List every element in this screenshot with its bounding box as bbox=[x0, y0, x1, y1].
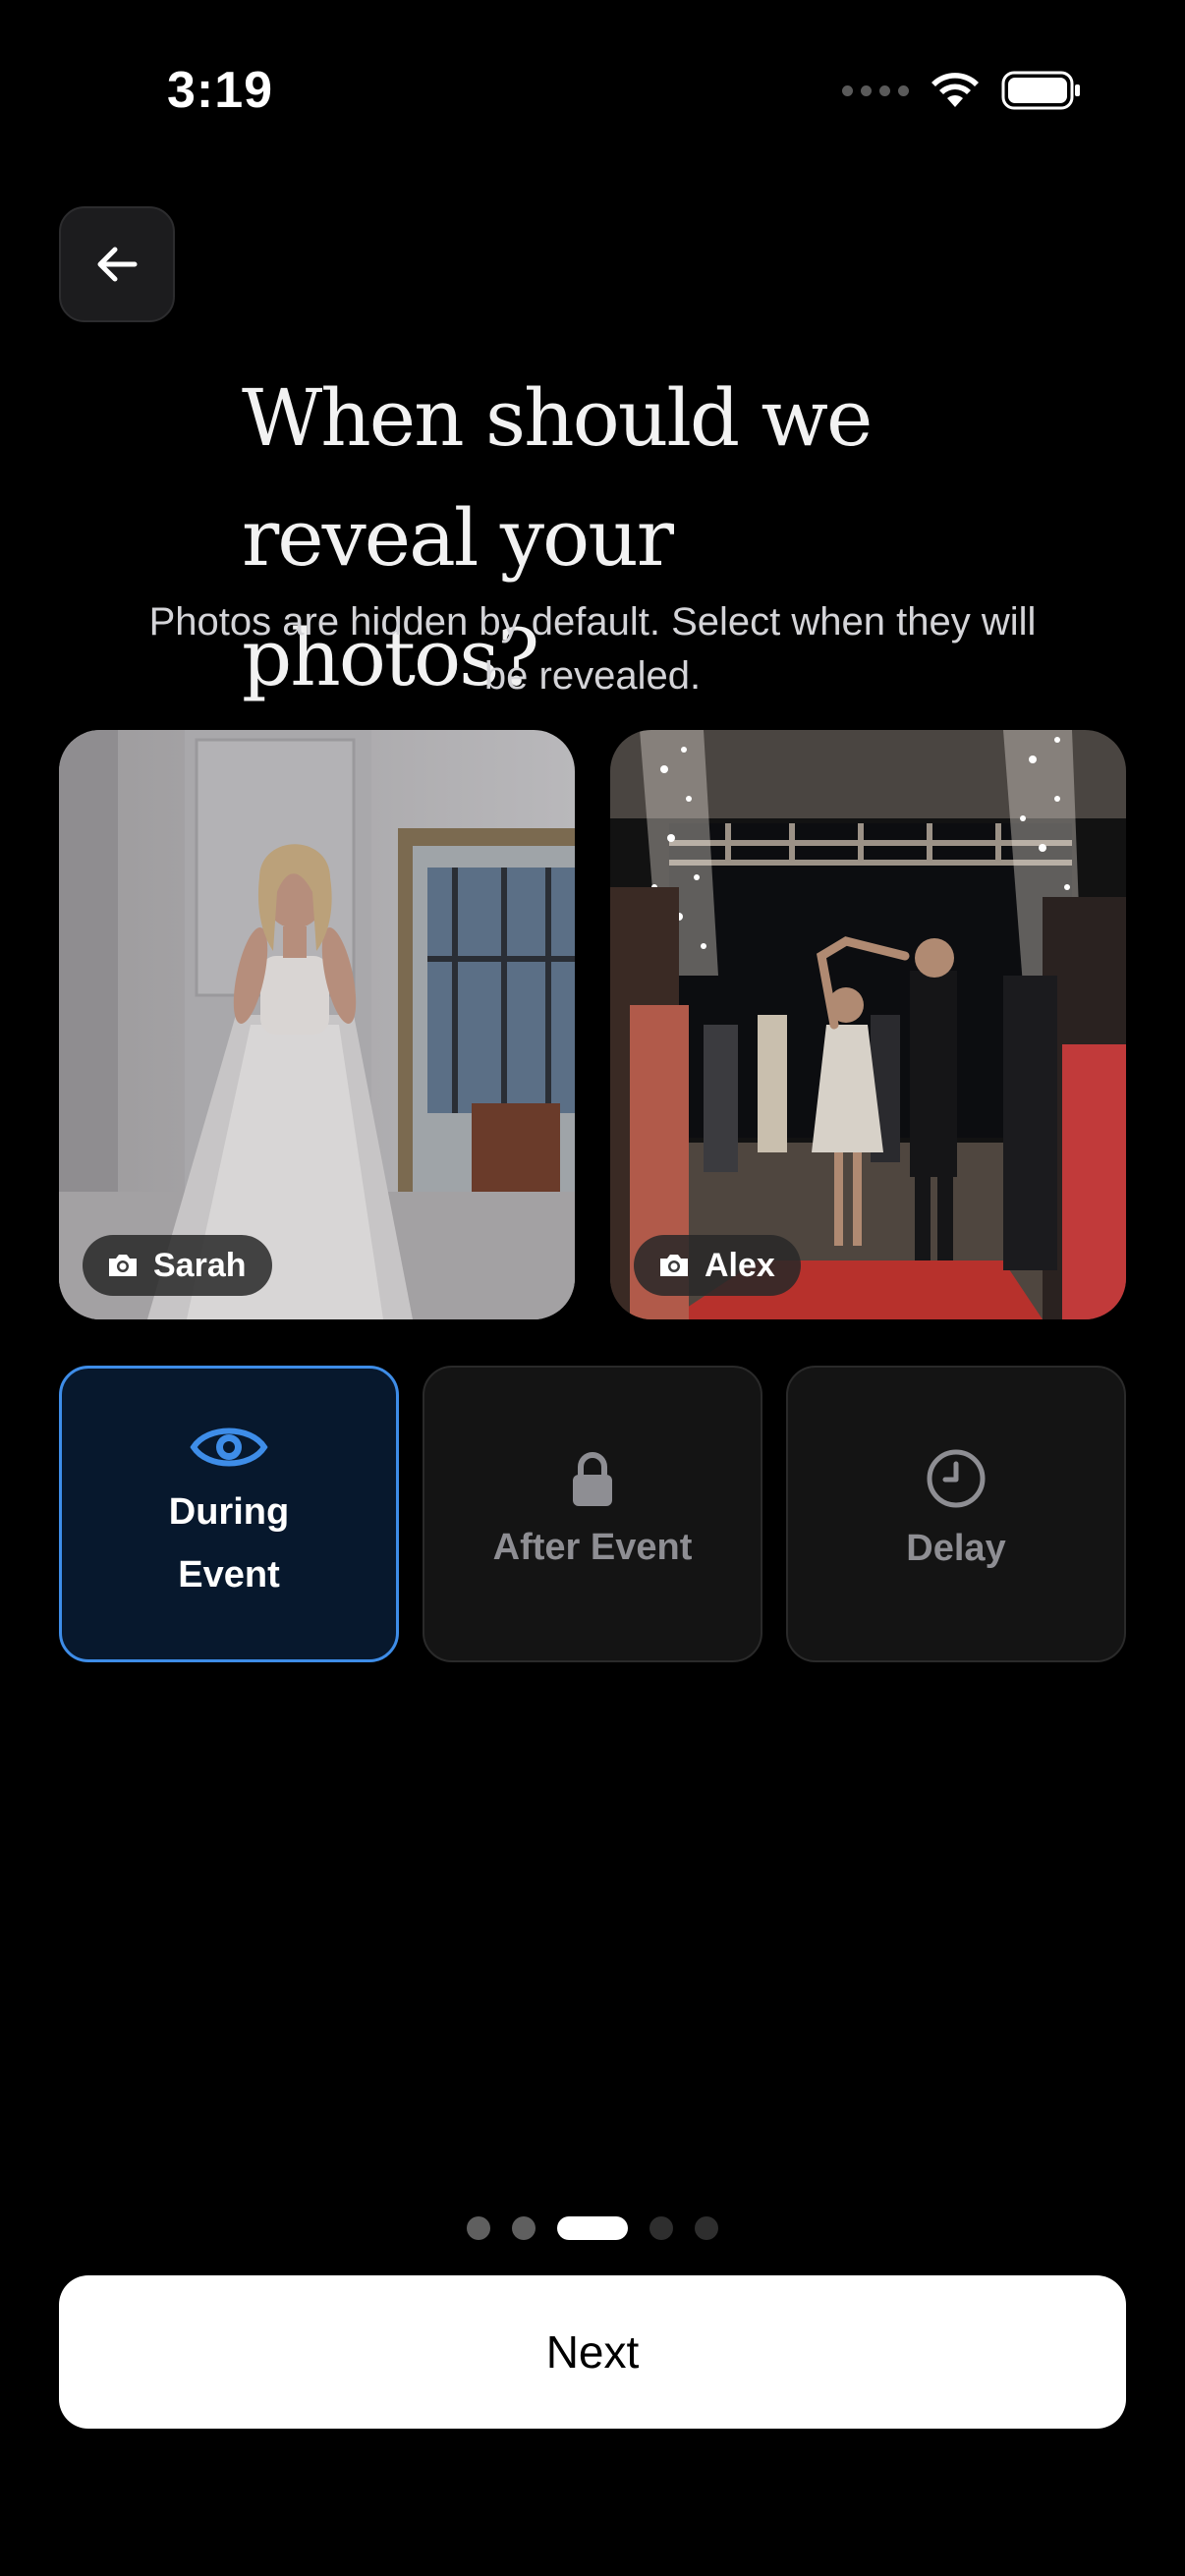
wifi-icon bbox=[931, 73, 979, 107]
bride-photo bbox=[59, 730, 575, 1319]
next-button[interactable]: Next bbox=[59, 2275, 1126, 2429]
page-subtitle: Photos are hidden by default. Select whe… bbox=[148, 600, 1037, 698]
clock-icon bbox=[927, 1449, 986, 1508]
photo-card-alex[interactable]: Alex bbox=[610, 730, 1126, 1319]
option-label: After Event bbox=[492, 1527, 693, 1568]
page-indicator bbox=[0, 2216, 1185, 2240]
page-dot bbox=[467, 2216, 490, 2240]
photo-name: Alex bbox=[705, 1246, 775, 1284]
status-bar: 3:19 bbox=[0, 0, 1185, 196]
option-label: Delay bbox=[906, 1528, 1006, 1569]
status-time: 3:19 bbox=[167, 62, 274, 119]
photo-card-sarah[interactable]: Sarah bbox=[59, 730, 575, 1319]
page-dot-active bbox=[557, 2216, 628, 2240]
eye-icon bbox=[190, 1428, 268, 1467]
photo-label: Sarah bbox=[83, 1235, 272, 1296]
photo-label: Alex bbox=[634, 1235, 801, 1296]
option-label: During Event bbox=[168, 1491, 290, 1596]
battery-icon bbox=[1001, 71, 1080, 110]
page-dot bbox=[649, 2216, 673, 2240]
arrow-left-icon bbox=[97, 247, 138, 282]
option-delay[interactable]: Delay bbox=[786, 1366, 1126, 1662]
dance-photo bbox=[610, 730, 1126, 1319]
option-after-event[interactable]: After Event bbox=[423, 1366, 762, 1662]
lock-icon bbox=[573, 1452, 612, 1506]
status-icons bbox=[842, 71, 1082, 110]
camera-icon bbox=[109, 1255, 137, 1276]
back-button[interactable] bbox=[59, 206, 175, 322]
photo-name: Sarah bbox=[153, 1246, 247, 1284]
page-dot bbox=[512, 2216, 536, 2240]
signal-icon bbox=[842, 84, 909, 96]
page-dot bbox=[695, 2216, 718, 2240]
camera-icon bbox=[660, 1255, 688, 1276]
option-during-event[interactable]: During Event bbox=[59, 1366, 399, 1662]
